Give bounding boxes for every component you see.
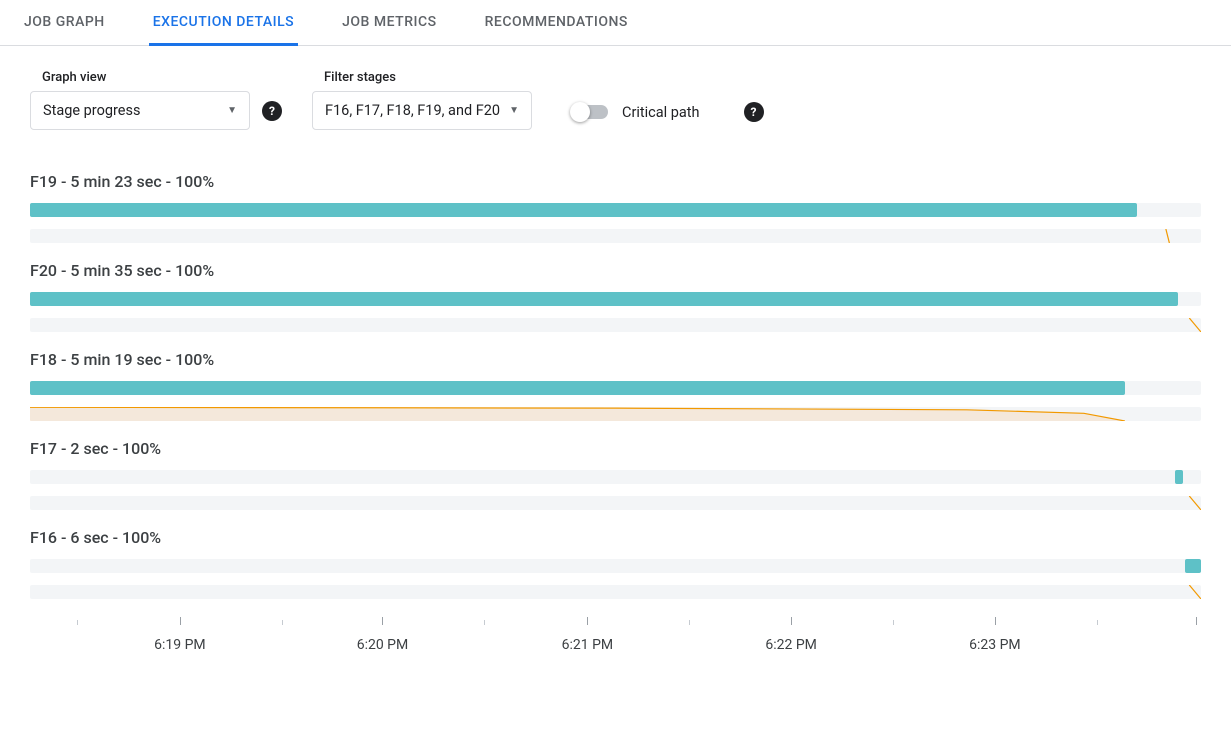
utilization-line (30, 318, 1201, 332)
tick-major (180, 617, 181, 625)
tab-bar: JOB GRAPH EXECUTION DETAILS JOB METRICS … (0, 0, 1231, 46)
progress-track[interactable] (30, 203, 1201, 217)
stage-progress-chart: F19 - 5 min 23 sec - 100% F20 - 5 min 35 … (0, 142, 1231, 667)
help-icon[interactable]: ? (262, 101, 282, 121)
critical-path-label: Critical path (622, 104, 700, 121)
axis-label: 6:21 PM (562, 637, 614, 653)
stage-f16: F16 - 6 sec - 100% (30, 528, 1201, 599)
tick-minor (689, 620, 690, 625)
tick-major (791, 617, 792, 625)
filter-stages-dropdown[interactable]: F16, F17, F18, F19, and F20 ▼ (312, 91, 532, 130)
tick-major (1196, 617, 1197, 625)
line-track[interactable] (30, 496, 1201, 510)
line-track[interactable] (30, 318, 1201, 332)
stage-title: F16 - 6 sec - 100% (30, 528, 1201, 547)
tab-execution-details[interactable]: EXECUTION DETAILS (149, 0, 298, 46)
tick-minor (77, 620, 78, 625)
controls-bar: Graph view Stage progress ▼ ? Filter sta… (0, 46, 1231, 142)
tick-major (587, 617, 588, 625)
chevron-down-icon: ▼ (509, 105, 519, 116)
filter-stages-label: Filter stages (312, 70, 532, 85)
axis-label: 6:19 PM (154, 637, 206, 653)
stage-f20: F20 - 5 min 35 sec - 100% (30, 261, 1201, 332)
utilization-line (30, 229, 1201, 243)
stage-f18: F18 - 5 min 19 sec - 100% (30, 350, 1201, 421)
axis-label: 6:22 PM (765, 637, 817, 653)
progress-bar (30, 292, 1178, 306)
graph-view-group: Graph view Stage progress ▼ ? (30, 70, 282, 130)
tab-recommendations[interactable]: RECOMMENDATIONS (481, 0, 632, 46)
tick-major (382, 617, 383, 625)
help-icon[interactable]: ? (744, 102, 764, 122)
stage-title: F17 - 2 sec - 100% (30, 439, 1201, 458)
progress-track[interactable] (30, 470, 1201, 484)
progress-bar (1185, 559, 1201, 573)
critical-path-toggle[interactable] (572, 105, 608, 119)
axis-label: 6:20 PM (357, 637, 409, 653)
stage-f17: F17 - 2 sec - 100% (30, 439, 1201, 510)
progress-track[interactable] (30, 292, 1201, 306)
filter-stages-value: F16, F17, F18, F19, and F20 (325, 102, 500, 119)
filter-stages-group: Filter stages F16, F17, F18, F19, and F2… (312, 70, 532, 130)
axis-label: 6:23 PM (969, 637, 1021, 653)
graph-view-dropdown[interactable]: Stage progress ▼ (30, 91, 250, 130)
tick-minor (282, 620, 283, 625)
chevron-down-icon: ▼ (227, 105, 237, 116)
line-track[interactable] (30, 585, 1201, 599)
progress-bar (1175, 470, 1183, 484)
tick-minor (484, 620, 485, 625)
switch-thumb (570, 102, 590, 122)
tick-major (995, 617, 996, 625)
utilization-line (30, 585, 1201, 599)
line-track[interactable] (30, 229, 1201, 243)
stage-title: F18 - 5 min 19 sec - 100% (30, 350, 1201, 369)
stage-f19: F19 - 5 min 23 sec - 100% (30, 172, 1201, 243)
tab-job-metrics[interactable]: JOB METRICS (338, 0, 440, 46)
progress-bar (30, 381, 1125, 395)
progress-bar (30, 203, 1137, 217)
progress-track[interactable] (30, 381, 1201, 395)
tab-job-graph[interactable]: JOB GRAPH (20, 0, 109, 46)
line-track[interactable] (30, 407, 1201, 421)
graph-view-value: Stage progress (43, 102, 140, 119)
critical-path-group: Critical path ? (572, 102, 764, 122)
tick-minor (893, 620, 894, 625)
time-axis: 6:19 PM 6:20 PM 6:21 PM 6:22 PM 6:23 PM (30, 617, 1201, 667)
progress-track[interactable] (30, 559, 1201, 573)
graph-view-label: Graph view (30, 70, 282, 85)
stage-title: F20 - 5 min 35 sec - 100% (30, 261, 1201, 280)
utilization-line (30, 407, 1201, 421)
utilization-line (30, 496, 1201, 510)
stage-title: F19 - 5 min 23 sec - 100% (30, 172, 1201, 191)
tick-minor (1097, 620, 1098, 625)
